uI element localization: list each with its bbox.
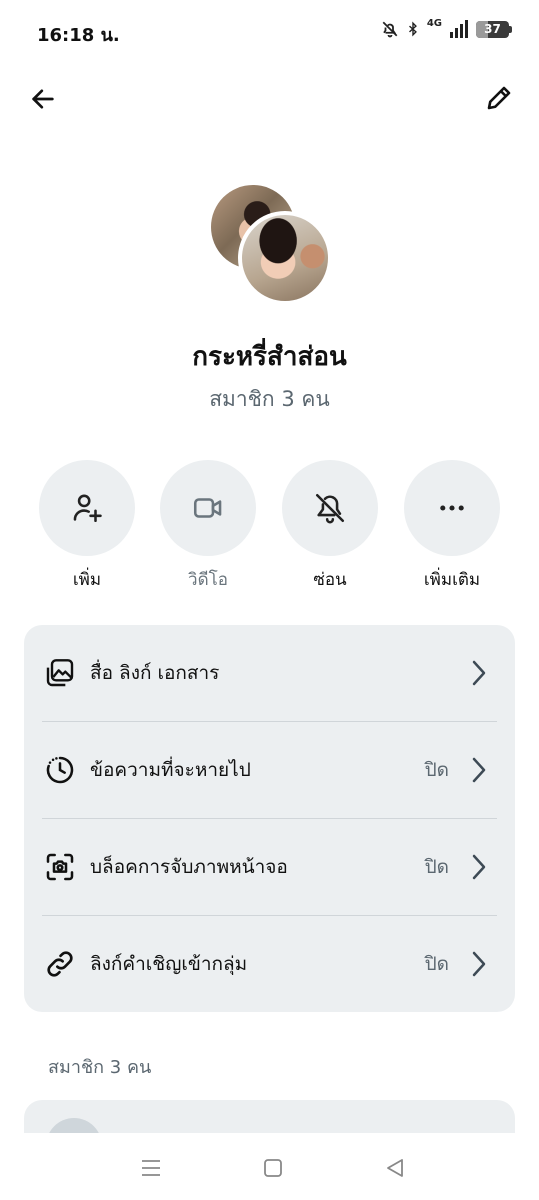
- action-label: ซ่อน: [313, 570, 347, 590]
- action-label: เพิ่มเติม: [423, 570, 481, 590]
- members-section-title: สมาชิก 3 คน: [48, 1057, 152, 1078]
- signal-icon: [450, 20, 468, 38]
- row-label: ลิงก์คำเชิญเข้ากลุ่ม: [90, 953, 248, 975]
- chevron-right-icon: [469, 950, 489, 978]
- action-circle: [404, 460, 500, 556]
- bell-off-icon: [315, 493, 345, 524]
- back-button[interactable]: [24, 80, 62, 118]
- battery-indicator: 37: [476, 20, 512, 38]
- chevron-right-icon: [469, 659, 489, 687]
- video-call-button[interactable]: วิดีโอ: [158, 460, 258, 593]
- row-value: ปิด: [424, 856, 449, 878]
- settings-row-media[interactable]: สื่อ ลิงก์ เอกสาร: [24, 625, 515, 721]
- chevron-right-icon: [469, 756, 489, 784]
- recent-apps-button[interactable]: [136, 1155, 166, 1181]
- pencil-icon: [487, 86, 511, 110]
- action-label: เพิ่ม: [72, 570, 102, 590]
- bluetooth-icon: [408, 21, 417, 37]
- action-label: วิดีโอ: [188, 570, 228, 590]
- status-time: 16:18 น.: [37, 25, 120, 46]
- more-dots-icon: [440, 505, 464, 511]
- status-bar: 16:18 น. 4G 37: [0, 0, 539, 62]
- add-person-icon: [73, 494, 102, 523]
- edit-button[interactable]: [479, 78, 519, 118]
- action-circle: [160, 460, 256, 556]
- row-value: ปิด: [424, 759, 449, 781]
- menu-lines-icon: [142, 1160, 160, 1176]
- settings-row-disappearing[interactable]: ข้อความที่จะหายไป ปิด: [24, 722, 515, 818]
- video-camera-icon: [193, 498, 222, 518]
- row-value: ปิด: [424, 953, 449, 975]
- row-label: ข้อความที่จะหายไป: [90, 759, 251, 781]
- status-icons: 4G 37: [381, 17, 512, 38]
- add-member-button[interactable]: เพิ่ม: [37, 460, 137, 593]
- battery-level: 37: [484, 21, 501, 36]
- more-button[interactable]: เพิ่มเติม: [402, 460, 502, 593]
- action-circle: [39, 460, 135, 556]
- member-photo-front: [238, 211, 332, 305]
- home-button[interactable]: [258, 1155, 288, 1181]
- action-row: เพิ่ม วิดีโอ ซ่อน เพิ่มเติม: [0, 460, 539, 590]
- settings-row-screenshot[interactable]: บล็อคการจับภาพหน้าจอ ปิด: [24, 819, 515, 915]
- mute-button[interactable]: ซ่อน: [280, 460, 380, 593]
- timer-icon: [42, 752, 78, 788]
- system-nav-bar: [0, 1133, 539, 1200]
- chevron-right-icon: [469, 853, 489, 881]
- row-label: บล็อคการจับภาพหน้าจอ: [90, 856, 288, 878]
- group-member-count: สมาชิก 3 คน: [209, 387, 330, 411]
- settings-card: สื่อ ลิงก์ เอกสาร ข้อความที่จะหายไป ปิด …: [24, 625, 515, 1012]
- group-avatar[interactable]: [208, 183, 332, 305]
- link-icon: [42, 946, 78, 982]
- top-bar: [0, 72, 539, 122]
- bell-muted-icon: [382, 21, 398, 38]
- network-type: 4G: [426, 17, 442, 29]
- home-square-icon: [264, 1159, 282, 1177]
- media-gallery-icon: [42, 655, 78, 691]
- back-nav-button[interactable]: [380, 1155, 410, 1181]
- screenshot-camera-icon: [42, 849, 78, 885]
- settings-row-invite-link[interactable]: ลิงก์คำเชิญเข้ากลุ่ม ปิด: [24, 916, 515, 1012]
- triangle-back-icon: [387, 1159, 403, 1177]
- group-name: กระหรี่สำส่อน: [192, 342, 347, 372]
- row-label: สื่อ ลิงก์ เอกสาร: [90, 662, 220, 684]
- action-circle: [282, 460, 378, 556]
- arrow-left-icon: [32, 89, 54, 109]
